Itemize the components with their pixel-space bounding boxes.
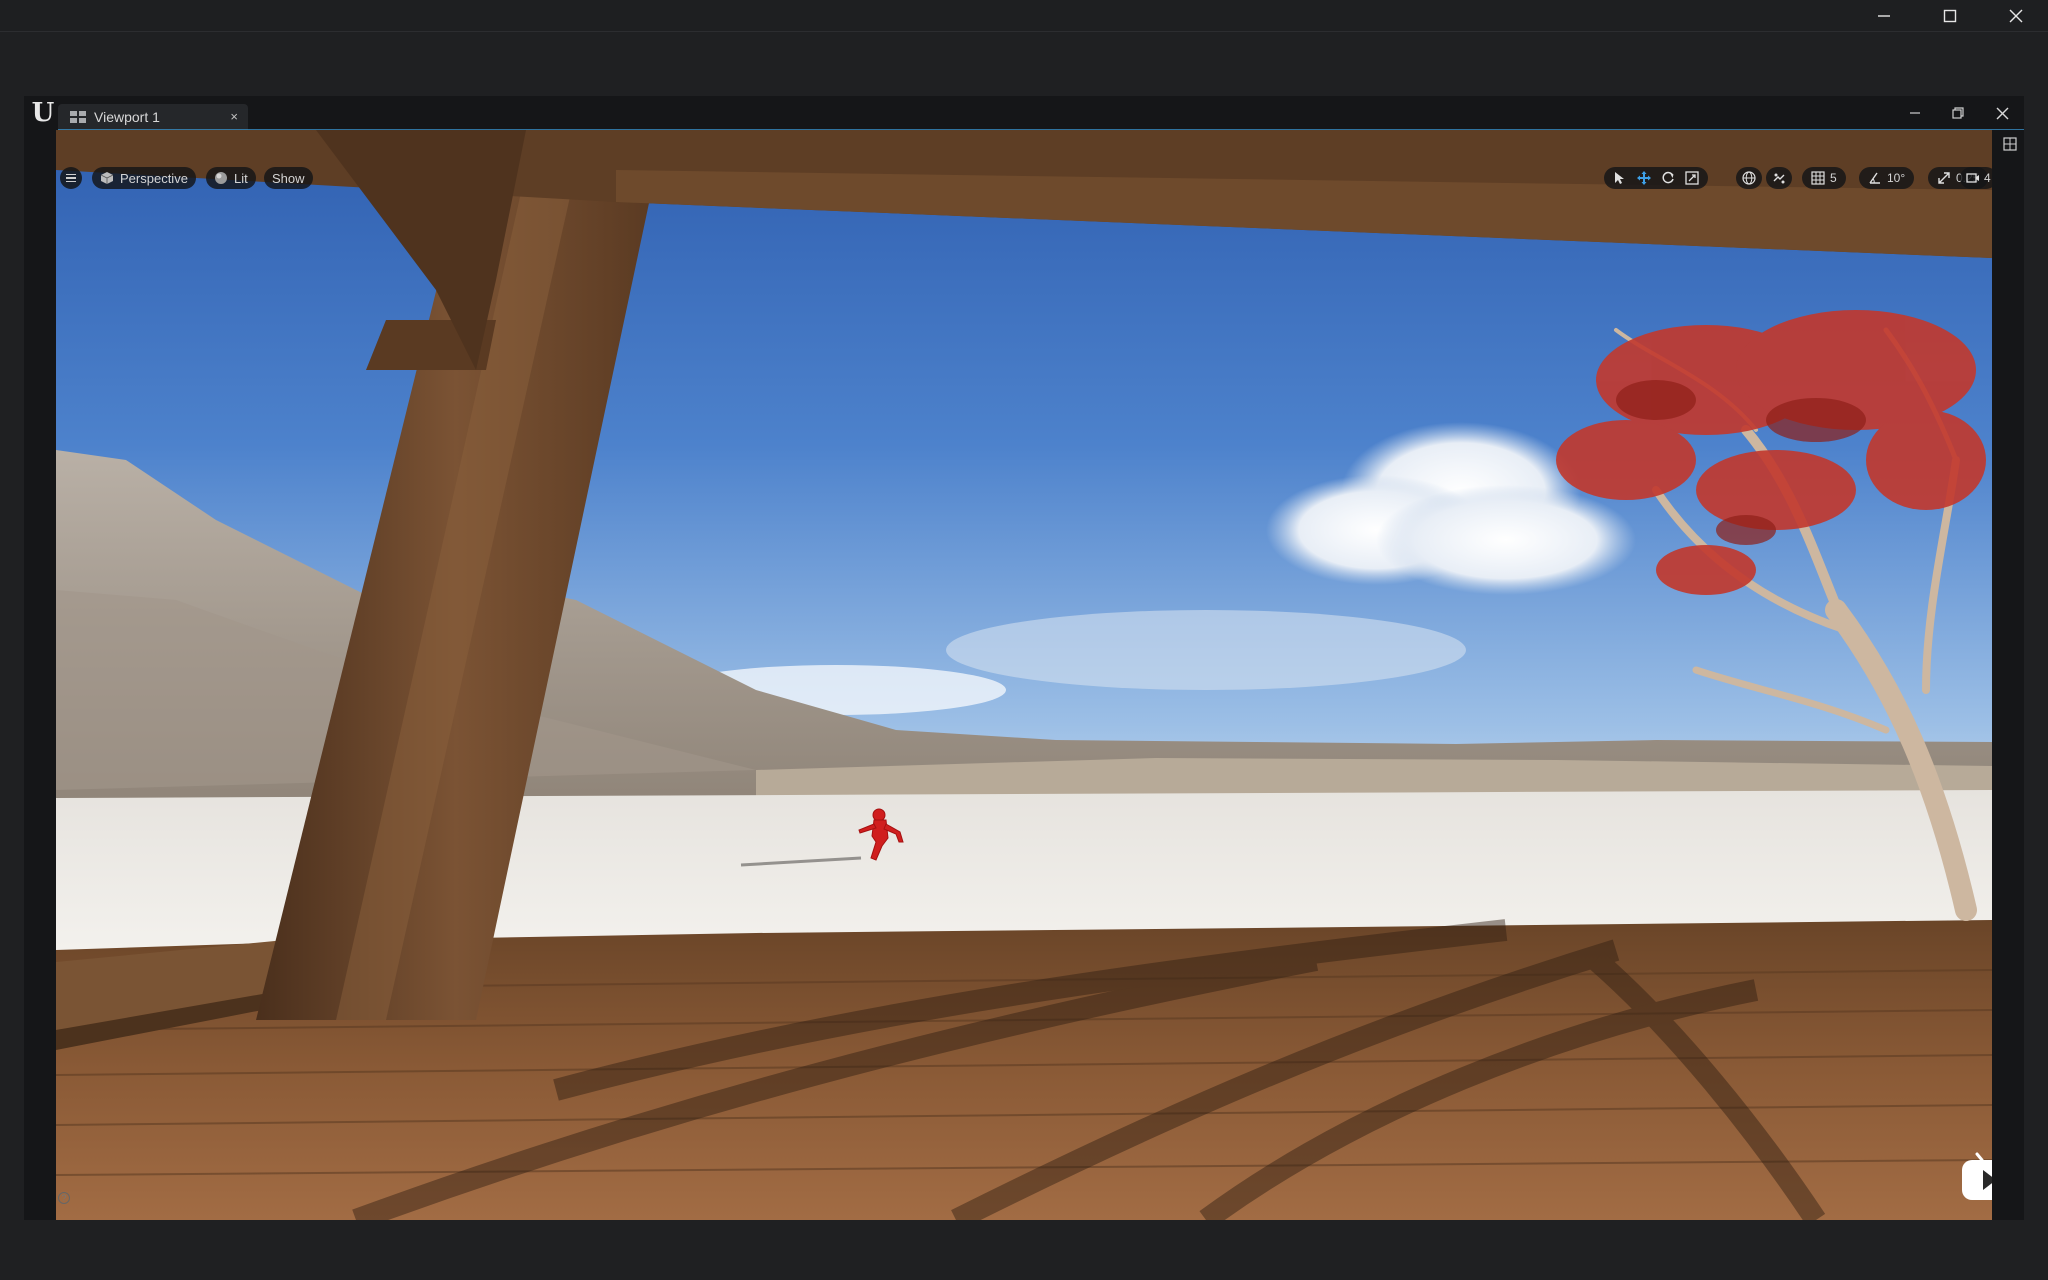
camera-speed-value: 4 (1984, 171, 1991, 185)
maximize-icon (1943, 9, 1957, 23)
lit-mode-button[interactable]: Lit (206, 167, 256, 189)
tab-viewport-1[interactable]: Viewport 1 × (58, 104, 248, 130)
panel-minimize-button[interactable] (1904, 102, 1926, 124)
scale-tool-icon[interactable] (1685, 171, 1699, 185)
select-arrow-icon[interactable] (1613, 171, 1627, 185)
perspective-label: Perspective (120, 170, 188, 186)
viewport-layout-button[interactable] (2000, 133, 2020, 155)
play-overlay-button[interactable] (1960, 1150, 1992, 1202)
os-titlebar (0, 0, 2048, 32)
panel-restore-button[interactable] (1947, 102, 1969, 124)
scale-arrow-icon (1937, 171, 1951, 185)
window-close-button[interactable] (1983, 0, 2048, 32)
viewport-options-menu-button[interactable] (60, 167, 82, 189)
hamburger-line-icon (66, 177, 76, 179)
surface-snap-icon (1772, 171, 1786, 185)
rotation-snap-value: 10° (1887, 171, 1906, 185)
restore-icon (1952, 107, 1964, 119)
viewport-scene[interactable]: Perspective Lit Show 5 10° 4 (56, 130, 1992, 1220)
hamburger-line-icon (66, 173, 76, 176)
grid-snap-value: 5 (1830, 171, 1837, 185)
lit-label: Lit (234, 170, 248, 186)
panel-close-button[interactable] (1991, 102, 2013, 124)
scene-render (56, 130, 1992, 1220)
hamburger-line-icon (66, 180, 76, 183)
editor-panel: U Viewport 1 × Perspective Lit Show 5 10… (24, 96, 2024, 1220)
close-icon (2009, 9, 2023, 23)
globe-icon (1742, 171, 1756, 185)
viewport-layout-icon (70, 111, 86, 123)
rotation-snap-button[interactable]: 10° (1859, 167, 1915, 189)
perspective-button[interactable]: Perspective (92, 167, 196, 189)
rotate-tool-icon[interactable] (1661, 171, 1675, 185)
transform-tools-group (1604, 167, 1708, 189)
cube-icon (100, 171, 114, 185)
camera-icon (1966, 171, 1980, 185)
tab-label: Viewport 1 (94, 109, 160, 125)
tv-play-icon (1962, 1152, 1992, 1200)
show-label: Show (272, 170, 305, 186)
unreal-logo-icon[interactable]: U (28, 98, 58, 128)
grid-snap-button[interactable]: 5 (1802, 167, 1846, 189)
close-icon (1996, 107, 2008, 119)
tab-bar: U Viewport 1 × (24, 96, 2024, 130)
move-tool-icon[interactable] (1637, 171, 1651, 185)
help-icon[interactable]: ? (58, 1192, 70, 1204)
window-minimize-button[interactable] (1851, 0, 1917, 32)
tab-close-button[interactable]: × (230, 109, 238, 124)
minimize-icon (1910, 112, 1920, 114)
window-maximize-button[interactable] (1917, 0, 1983, 32)
minimize-icon (1878, 15, 1890, 17)
surface-snap-button[interactable] (1766, 167, 1792, 189)
world-space-button[interactable] (1736, 167, 1762, 189)
sphere-icon (214, 171, 228, 185)
layout-grid-icon (2003, 137, 2017, 151)
angle-icon (1868, 171, 1882, 185)
camera-speed-button[interactable]: 4 (1960, 167, 1992, 189)
show-button[interactable]: Show (264, 167, 313, 189)
grid-icon (1811, 171, 1825, 185)
